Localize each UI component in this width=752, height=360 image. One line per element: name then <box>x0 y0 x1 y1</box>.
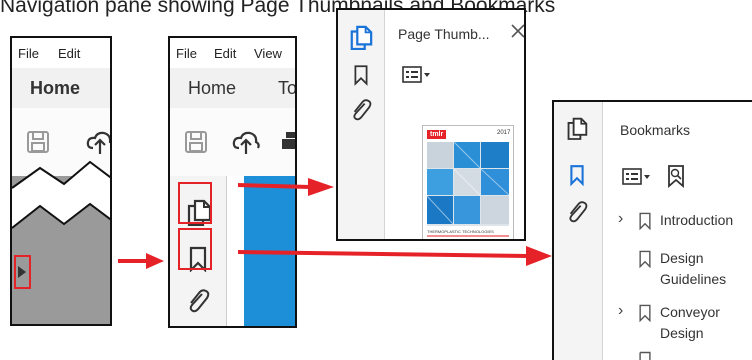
cloud-upload-icon[interactable] <box>232 128 260 156</box>
highlight-box-bookmarks <box>178 228 212 270</box>
chevron-right-icon[interactable]: › <box>618 210 623 228</box>
menu-edit[interactable]: Edit <box>214 46 236 61</box>
tab-tools[interactable]: To <box>278 78 295 99</box>
navigation-pane <box>338 10 385 239</box>
ribbon-bar: Home To <box>170 68 295 108</box>
attachment-icon[interactable] <box>186 288 210 314</box>
navigation-pane <box>554 102 603 360</box>
save-icon[interactable] <box>26 130 50 154</box>
bookmark-item-icon <box>638 304 652 322</box>
chevron-right-icon[interactable]: › <box>618 302 623 320</box>
highlight-box-thumbnails <box>178 182 212 224</box>
arrow-to-thumbnails <box>238 178 334 196</box>
bookmark-label-line2: Guidelines <box>660 271 727 287</box>
options-icon[interactable] <box>402 66 432 84</box>
print-icon[interactable] <box>282 130 295 154</box>
save-icon[interactable] <box>184 130 208 154</box>
bookmarks-pane: Bookmarks › Introduction Design Guidelin… <box>552 100 752 360</box>
thumbnail-caption: THERMOPLASTIC TECHNOLOGIES <box>427 229 494 234</box>
bookmark-item-icon-partial <box>638 350 652 360</box>
pane-title: Page Thumb... <box>398 26 490 42</box>
bookmark-icon[interactable] <box>569 164 585 186</box>
bookmark-label-line2: Design <box>660 325 704 341</box>
tab-home[interactable]: Home <box>188 78 236 99</box>
bookmark-item-conveyor-design[interactable]: › Conveyor Design <box>614 302 752 348</box>
bookmark-item-introduction[interactable]: › Introduction <box>614 210 752 238</box>
bookmark-item-icon <box>638 250 652 268</box>
tab-home[interactable]: Home <box>30 78 80 99</box>
bookmark-label: Introduction <box>660 212 734 228</box>
attachment-icon[interactable] <box>350 98 372 122</box>
menu-file[interactable]: File <box>18 46 39 61</box>
page-thumbnails-pane: Page Thumb... tmlr 2017 THERMOPLASTIC TE… <box>336 8 526 241</box>
page-thumbnails-icon[interactable] <box>566 116 588 140</box>
attachment-icon[interactable] <box>566 200 588 224</box>
new-bookmark-icon[interactable] <box>666 164 686 188</box>
page-thumbnails-icon[interactable] <box>349 24 373 50</box>
menu-bar: File Edit View <box>170 38 295 68</box>
menu-view[interactable]: View <box>254 46 282 61</box>
bookmark-item-design-guidelines[interactable]: Design Guidelines <box>614 248 752 294</box>
highlight-box-expand <box>14 255 31 289</box>
pane-title: Bookmarks <box>620 122 691 138</box>
bookmark-icon[interactable] <box>353 64 369 86</box>
thumbnail-artwork <box>426 141 510 237</box>
app-window-collapsed: File Edit Home <box>10 36 112 326</box>
page-thumbnail[interactable]: tmlr 2017 THERMOPLASTIC TECHNOLOGIES <box>422 125 514 239</box>
toolbar <box>170 108 295 176</box>
menu-bar: File Edit <box>12 38 110 68</box>
close-icon[interactable] <box>510 23 524 39</box>
arrow-to-bookmarks <box>238 246 552 266</box>
bookmark-item-icon <box>638 212 652 230</box>
options-icon[interactable] <box>622 168 652 186</box>
bookmark-label-line1: Design <box>660 250 704 266</box>
ribbon-bar: Home <box>12 68 110 108</box>
bookmark-label-line1: Conveyor <box>660 304 720 320</box>
arrow-expand-to-pane <box>118 253 164 269</box>
menu-edit[interactable]: Edit <box>58 46 80 61</box>
menu-file[interactable]: File <box>176 46 197 61</box>
cloud-upload-icon[interactable] <box>86 128 110 156</box>
